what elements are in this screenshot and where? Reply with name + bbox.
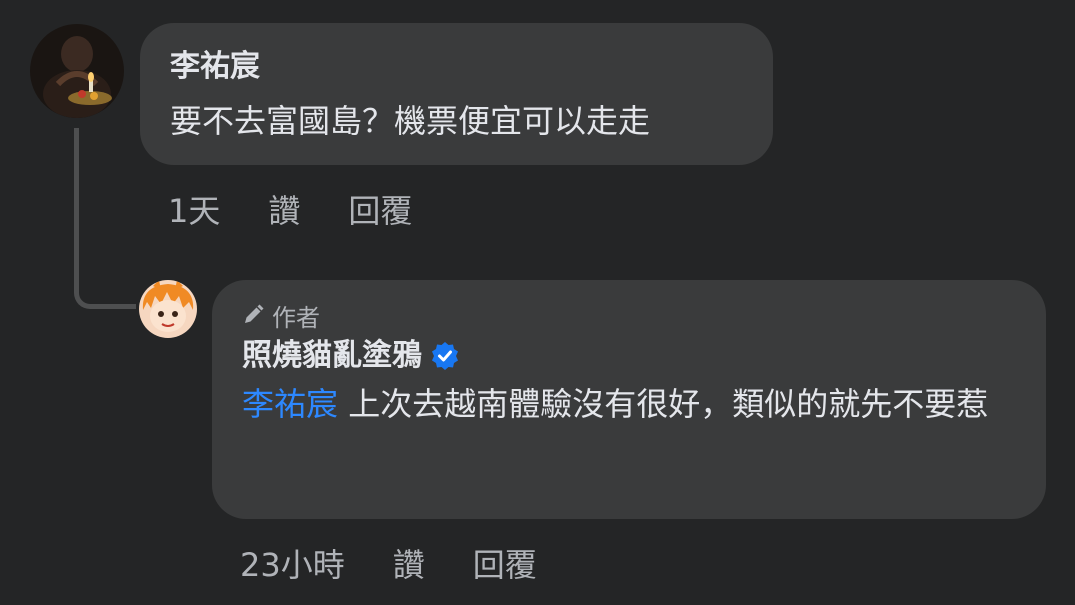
author-badge: 作者 <box>242 298 1018 332</box>
comment-actions: 1天 讚 回覆 <box>168 186 412 232</box>
reply-actions: 23小時 讚 回覆 <box>240 540 537 586</box>
reply-text: 李祐宸 上次去越南體驗沒有很好，類似的就先不要惹 <box>242 376 1018 432</box>
comment-author-name[interactable]: 李祐宸 <box>170 47 743 87</box>
reply-button[interactable]: 回覆 <box>348 186 412 232</box>
reply-bubble: 作者 照燒貓亂塗鴉 李祐宸 上次去越南體驗沒有很好，類似的就先不要惹 <box>212 280 1046 519</box>
pencil-icon <box>242 304 264 326</box>
avatar-commenter[interactable] <box>30 24 124 118</box>
author-badge-label: 作者 <box>272 303 320 332</box>
reply-body: 上次去越南體驗沒有很好，類似的就先不要惹 <box>338 385 989 423</box>
mention-link[interactable]: 李祐宸 <box>242 385 338 423</box>
verified-badge-icon <box>430 341 460 371</box>
like-button[interactable]: 讚 <box>268 186 300 232</box>
comment-bubble: 李祐宸 要不去富國島？機票便宜可以走走 <box>140 23 773 165</box>
reply-timestamp[interactable]: 23小時 <box>240 540 345 586</box>
comment-timestamp[interactable]: 1天 <box>168 186 220 232</box>
reply-button[interactable]: 回覆 <box>473 540 537 586</box>
avatar-author[interactable] <box>139 280 197 338</box>
like-button[interactable]: 讚 <box>393 540 425 586</box>
reply-thread-connector <box>74 128 136 309</box>
comment-text: 要不去富國島？機票便宜可以走走 <box>170 102 651 140</box>
reply-author-name[interactable]: 照燒貓亂塗鴉 <box>242 336 422 376</box>
